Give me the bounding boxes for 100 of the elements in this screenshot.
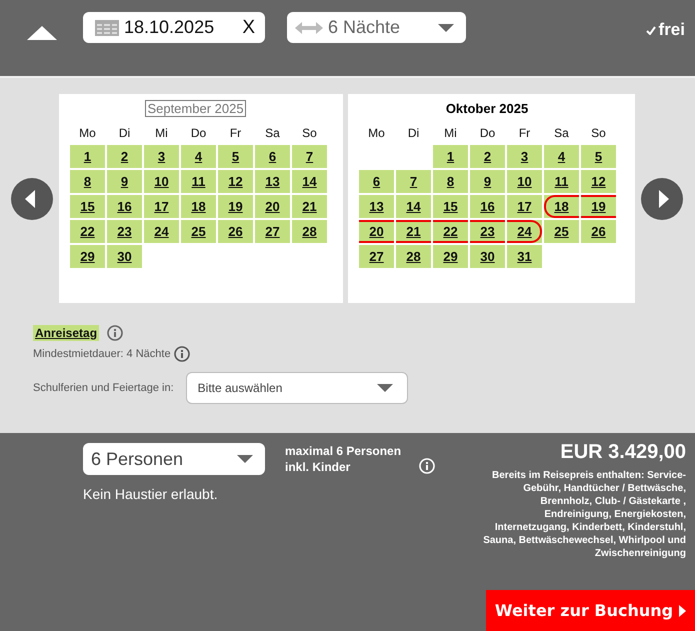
clear-button[interactable]: X <box>242 16 255 38</box>
calendar-day[interactable]: 7 <box>396 170 431 193</box>
calendar-day[interactable]: 28 <box>396 245 431 268</box>
weekday-label: Do <box>190 125 208 142</box>
calendar-day[interactable]: 8 <box>70 170 105 193</box>
calendar-day[interactable]: 30 <box>470 245 505 268</box>
calendar-day[interactable]: 20 <box>255 195 290 218</box>
info-icon[interactable] <box>107 325 124 341</box>
date-field[interactable]: 18.10.2025 X <box>83 12 265 43</box>
calendar-day[interactable]: 9 <box>470 170 505 193</box>
calendar-day[interactable]: 4 <box>181 145 216 168</box>
weekday-label: Mi <box>443 125 458 142</box>
calendar-day[interactable]: 21 <box>396 220 431 243</box>
calendar-day[interactable]: 24 <box>507 220 542 243</box>
weekday-label: So <box>301 125 318 142</box>
collapse-arrow-icon[interactable] <box>27 26 57 40</box>
calendar-day[interactable]: 6 <box>255 145 290 168</box>
calendar-day[interactable]: 22 <box>433 220 468 243</box>
pets-note: Kein Haustier erlaubt. <box>83 486 219 502</box>
calendar-day[interactable]: 3 <box>507 145 542 168</box>
calendar-day[interactable]: 18 <box>544 195 579 218</box>
next-month-icon[interactable] <box>641 178 683 220</box>
weekday-label: Sa <box>553 125 570 142</box>
calendar-day[interactable]: 27 <box>255 220 290 243</box>
weekday-label: Di <box>406 125 420 142</box>
weekday-label: Sa <box>264 125 281 142</box>
calendar-day[interactable]: 7 <box>292 145 327 168</box>
date-value: 18.10.2025 <box>124 17 216 38</box>
double-arrow-icon <box>295 22 323 34</box>
caret-icon <box>679 604 686 616</box>
minimum-stay-text: Mindestmietdauer: 4 Nächte <box>33 348 171 360</box>
caret-icon <box>376 384 393 392</box>
calendar-day[interactable]: 9 <box>107 170 142 193</box>
calendar-day[interactable]: 23 <box>470 220 505 243</box>
calendar-day[interactable]: 16 <box>107 195 142 218</box>
weekday-label: Fr <box>518 125 532 142</box>
previous-month-icon[interactable] <box>11 178 53 220</box>
calendar-day[interactable]: 10 <box>507 170 542 193</box>
continue-booking-button[interactable]: Weiter zur Buchung <box>486 590 695 631</box>
calendar-day[interactable]: 16 <box>470 195 505 218</box>
calendar-day[interactable]: 12 <box>218 170 253 193</box>
calendar-day[interactable]: 11 <box>181 170 216 193</box>
calendar-day[interactable]: 1 <box>70 145 105 168</box>
weekday-label: Mo <box>367 125 386 142</box>
region-select[interactable]: Bitte auswählen <box>186 372 408 404</box>
persons-select[interactable]: 6 Personen <box>83 443 265 475</box>
caret-icon <box>237 455 253 463</box>
calendar-day[interactable]: 15 <box>70 195 105 218</box>
calendar-day[interactable]: 28 <box>292 220 327 243</box>
weekday-label: Do <box>478 125 496 142</box>
calendar-day[interactable]: 14 <box>396 195 431 218</box>
check-icon <box>646 26 656 34</box>
calendar-day[interactable]: 13 <box>359 195 394 218</box>
calendar-day[interactable]: 5 <box>581 145 616 168</box>
nights-select[interactable]: 6 Nächte <box>287 12 466 43</box>
calendar-day[interactable]: 25 <box>181 220 216 243</box>
calendar-day[interactable]: 4 <box>544 145 579 168</box>
calendar-day[interactable]: 26 <box>581 220 616 243</box>
arrival-day-legend: Anreisetag <box>33 325 100 341</box>
calendar-day[interactable]: 24 <box>144 220 179 243</box>
calendar-day[interactable]: 17 <box>144 195 179 218</box>
calendar-day[interactable]: 23 <box>107 220 142 243</box>
calendar-day[interactable]: 26 <box>218 220 253 243</box>
calendar-day[interactable]: 20 <box>359 220 394 243</box>
weekday-label: Di <box>118 125 132 142</box>
calendar-day[interactable]: 29 <box>433 245 468 268</box>
calendar-day[interactable]: 27 <box>359 245 394 268</box>
calendar-day[interactable]: 19 <box>581 195 616 218</box>
calendar-day[interactable]: 30 <box>107 245 142 268</box>
calendar-day[interactable]: 19 <box>218 195 253 218</box>
calendar-day[interactable]: 17 <box>507 195 542 218</box>
calendar-day[interactable]: 25 <box>544 220 579 243</box>
calendar-day[interactable]: 1 <box>433 145 468 168</box>
caret-icon <box>438 24 454 32</box>
calendar-day[interactable]: 29 <box>70 245 105 268</box>
calendar-day[interactable]: 10 <box>144 170 179 193</box>
included-services-text: Bereits im Reisepreis enthalten: Service-Gebühr, Handtücher / Bettwäsche, Brennholz, Club- / Gästekarte , Endreinigung, Energiekosten, Internetzugang, Kinderbett, Kinderstuhl, Sauna, Bettwäschewechsel, Whirlpool und Zwischenreinigung <box>482 469 686 560</box>
calendar-day[interactable]: 13 <box>255 170 290 193</box>
calendar-day[interactable]: 14 <box>292 170 327 193</box>
calendar-day[interactable]: 11 <box>544 170 579 193</box>
calendar-day[interactable]: 6 <box>359 170 394 193</box>
calendar-day[interactable]: 2 <box>107 145 142 168</box>
info-icon[interactable] <box>174 346 190 362</box>
month-title: September 2025 <box>145 100 246 117</box>
weekday-label: So <box>590 125 607 142</box>
holidays-label: Schulferien und Feiertage in: <box>33 382 174 394</box>
month-title: Oktober 2025 <box>444 100 530 117</box>
calendar-day[interactable]: 21 <box>292 195 327 218</box>
calendar-day[interactable]: 5 <box>218 145 253 168</box>
calendar-icon <box>95 20 119 36</box>
calendar-day[interactable]: 22 <box>70 220 105 243</box>
availability-label: frei <box>658 20 685 40</box>
calendar-day[interactable]: 18 <box>181 195 216 218</box>
calendar-day[interactable]: 12 <box>581 170 616 193</box>
calendar-day[interactable]: 3 <box>144 145 179 168</box>
calendar-day[interactable]: 8 <box>433 170 468 193</box>
calendar-day[interactable]: 2 <box>470 145 505 168</box>
weekday-label: Mo <box>78 125 97 142</box>
calendar-day[interactable]: 15 <box>433 195 468 218</box>
calendar-day[interactable]: 31 <box>507 245 542 268</box>
